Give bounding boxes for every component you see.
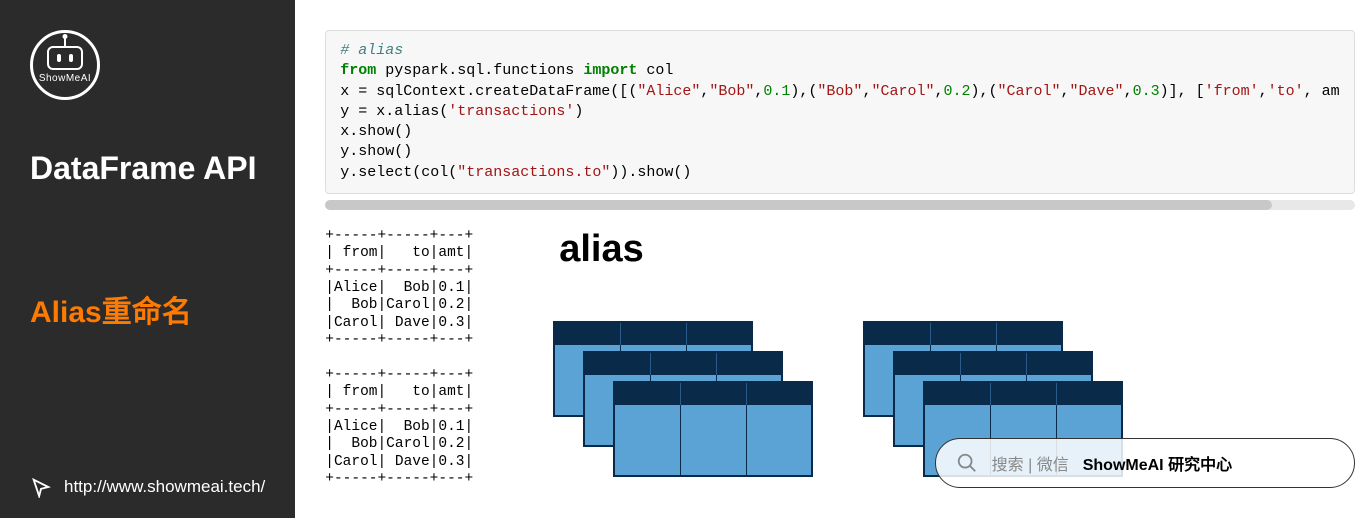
sidebar: ShowMeAI DataFrame API Alias重命名 http://w… — [0, 0, 295, 518]
watermark: ShowMeAI — [1353, 0, 1361, 40]
logo: ShowMeAI — [30, 30, 100, 100]
scrollbar-thumb[interactable] — [325, 200, 1272, 210]
logo-face-icon — [47, 46, 83, 70]
code-block: # alias from pyspark.sql.functions impor… — [325, 30, 1354, 194]
output-tables: +-----+-----+---+ | from| to|amt| +-----… — [325, 228, 473, 491]
search-label: 搜索 | 微信 — [992, 451, 1069, 475]
page-title: DataFrame API — [30, 150, 265, 187]
horizontal-scrollbar[interactable] — [325, 200, 1354, 210]
search-icon — [956, 452, 978, 474]
code-comment: # alias — [340, 42, 403, 59]
alias-title: alias — [559, 228, 1354, 271]
table-output-1: +-----+-----+---+ | from| to|amt| +-----… — [325, 228, 473, 348]
table-output-2: +-----+-----+---+ | from| to|amt| +-----… — [325, 367, 473, 487]
sidebar-footer: http://www.showmeai.tech/ — [30, 476, 265, 498]
cursor-icon — [30, 476, 52, 498]
page-subtitle: Alias重命名 — [30, 287, 265, 331]
logo-text: ShowMeAI — [39, 73, 91, 84]
search-brand: ShowMeAI 研究中心 — [1083, 451, 1232, 475]
table-icon — [613, 381, 813, 477]
table-stack-left — [553, 321, 803, 491]
search-box[interactable]: 搜索 | 微信 ShowMeAI 研究中心 — [935, 438, 1355, 488]
main-content: # alias from pyspark.sql.functions impor… — [295, 0, 1361, 518]
sidebar-url[interactable]: http://www.showmeai.tech/ — [64, 477, 265, 497]
